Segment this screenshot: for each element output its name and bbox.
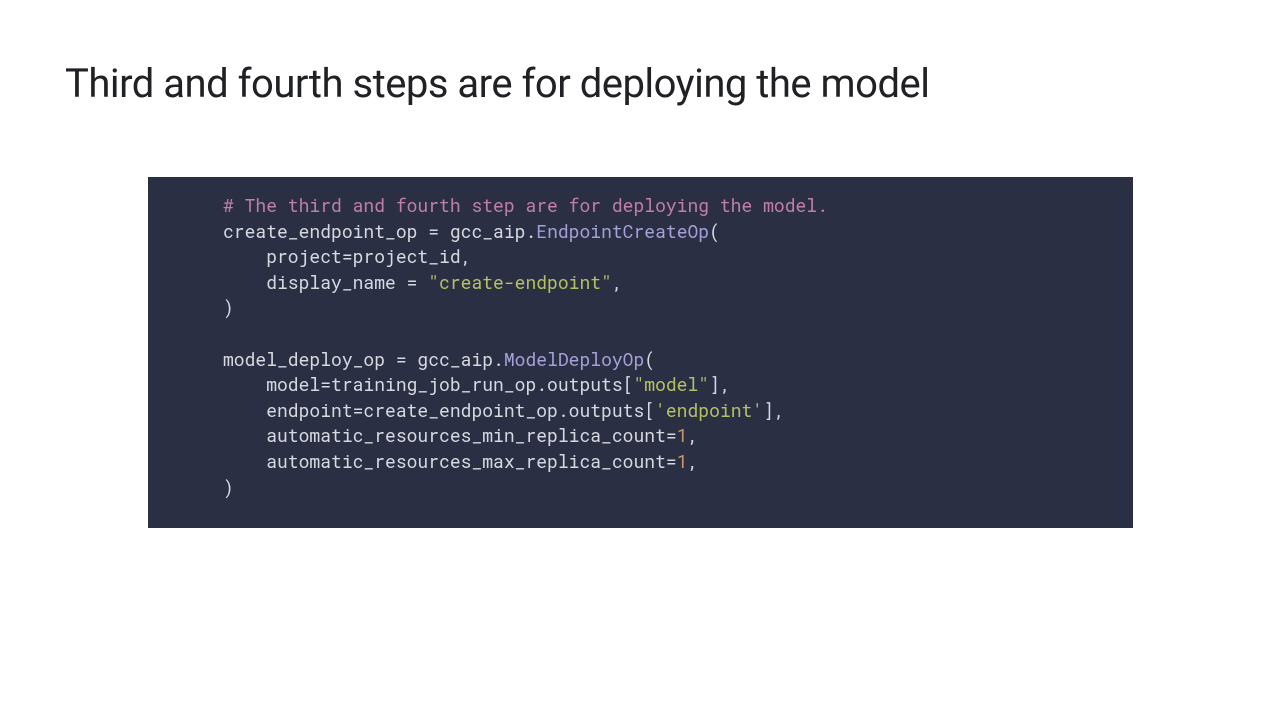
code-comment: # The third and fourth step are for depl… [223, 193, 828, 217]
code-block: # The third and fourth step are for depl… [148, 177, 1133, 528]
slide-title: Third and fourth steps are for deploying… [65, 60, 1215, 107]
slide: Third and fourth steps are for deploying… [0, 0, 1280, 528]
code-content: # The third and fourth step are for depl… [148, 193, 1133, 500]
